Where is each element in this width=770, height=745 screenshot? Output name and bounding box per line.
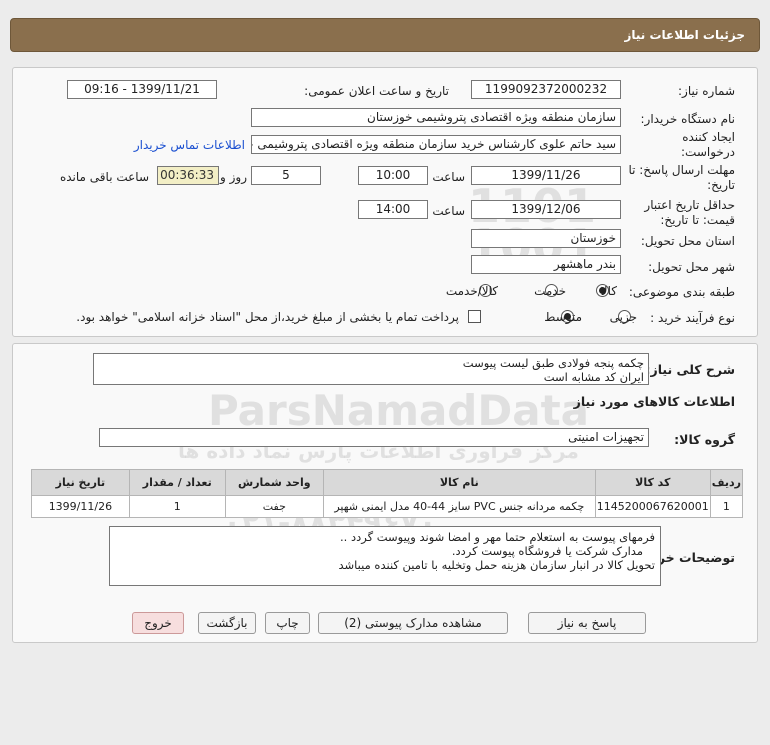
validity-time-field: 14:00: [358, 200, 428, 219]
col-date: تاریخ نیاز: [31, 469, 130, 496]
validity-time-label: ساعت: [432, 204, 465, 218]
goods-table: ردیف کد کالا نام کالا واحد شمارش تعداد /…: [31, 469, 744, 518]
goods-section-title: اطلاعات کالاهای مورد نیاز: [573, 394, 735, 409]
details-panel: 11011001 شماره نیاز: 1199092372000232 تا…: [12, 67, 758, 337]
summary-line-2: ایران کد مشابه است: [543, 370, 644, 384]
cell-code: 1145200067620001: [594, 495, 711, 518]
col-unit: واحد شمارش: [224, 469, 324, 496]
watermark-digits: 11011001: [468, 183, 596, 269]
goods-panel: ParsNamadData مرکز فرآوری اطلاعات پارس ن…: [12, 343, 758, 643]
category-service-label: خدمت: [534, 284, 566, 298]
payment-note: پرداخت تمام یا بخشی از مبلغ خرید،از محل …: [76, 310, 459, 324]
announce-label: تاریخ و ساعت اعلان عمومی:: [304, 84, 449, 98]
col-code: کد کالا: [594, 469, 711, 496]
deadline-time-field: 10:00: [358, 166, 428, 185]
city-label: شهر محل تحویل:: [648, 260, 735, 274]
goods-table-header: ردیف کد کالا نام کالا واحد شمارش تعداد /…: [31, 469, 744, 496]
cell-row: 1: [709, 495, 744, 518]
category-both-label: کالا/خدمت: [445, 284, 498, 298]
days-label: روز و: [220, 170, 247, 184]
creator-label: ایجاد کننده درخواست:: [681, 130, 735, 159]
contact-buyer-link[interactable]: اطلاعات تماس خریدار: [134, 138, 245, 152]
page-title: جزئیات اطلاعات نیاز: [624, 28, 745, 42]
print-button[interactable]: چاپ: [265, 612, 310, 634]
remaining-timer: 00:36:33: [157, 166, 219, 185]
col-name: نام کالا: [322, 469, 596, 496]
summary-line-1: چکمه پنجه فولادی طبق لیست پیوست: [462, 356, 644, 370]
notes-line-3: تحویل کالا در انبار سازمان هزینه حمل وتخ…: [338, 558, 655, 572]
process-partial-label: جزیی: [609, 310, 637, 324]
process-medium-label: متوسط: [544, 310, 582, 324]
deadline-date-field: 1399/11/26: [471, 166, 621, 185]
summary-box: چکمه پنجه فولادی طبق لیست پیوست ایران کد…: [93, 353, 649, 385]
back-button[interactable]: بازگشت: [198, 612, 256, 634]
payment-checkbox[interactable]: [468, 310, 481, 323]
city-field: بندر ماهشهر: [471, 255, 621, 274]
reply-button[interactable]: پاسخ به نیاز: [528, 612, 646, 634]
cell-date: 1399/11/26: [31, 495, 130, 518]
province-label: استان محل تحویل:: [640, 234, 735, 248]
cell-qty: 1: [128, 495, 226, 518]
days-field: 5: [251, 166, 321, 185]
need-number-label: شماره نیاز:: [678, 84, 735, 98]
announce-field: 1399/11/21 - 09:16: [67, 80, 217, 99]
category-label: طبقه بندی موضوعی:: [628, 285, 735, 299]
remaining-label: ساعت باقی مانده: [59, 170, 149, 184]
category-goods-label: کالا: [600, 284, 617, 298]
deadline-time-label: ساعت: [432, 170, 465, 184]
goods-group-field: تجهیزات امنیتی: [99, 428, 649, 447]
goods-group-label: گروه کالا:: [674, 432, 735, 447]
exit-button[interactable]: خروج: [132, 612, 184, 634]
view-documents-button[interactable]: مشاهده مدارک پیوستی (2): [318, 612, 508, 634]
buyer-org-field: سازمان منطقه ویژه اقتصادی پتروشیمی خوزست…: [251, 108, 621, 127]
deadline-label: مهلت ارسال پاسخ: تا تاریخ:: [628, 163, 735, 192]
validity-label: حداقل تاریخ اعتبار قیمت: تا تاریخ:: [644, 198, 735, 227]
page-header: جزئیات اطلاعات نیاز: [10, 18, 760, 52]
validity-date-field: 1399/12/06: [471, 200, 621, 219]
summary-label: شرح کلی نیاز:: [645, 362, 735, 377]
buyer-org-label: نام دستگاه خریدار:: [640, 112, 736, 126]
need-number-field: 1199092372000232: [471, 80, 621, 99]
table-row: 1 1145200067620001 چکمه مردانه جنس PVC س…: [31, 495, 744, 518]
notes-box: فرمهای پیوست به استعلام حتما مهر و امضا …: [109, 526, 661, 586]
cell-name: چکمه مردانه جنس PVC سایز 44-40 مدل ایمنی…: [322, 495, 596, 518]
col-row: ردیف: [709, 469, 744, 496]
notes-line-1: فرمهای پیوست به استعلام حتما مهر و امضا …: [340, 530, 655, 544]
notes-line-2: مدارک شرکت یا فروشگاه پیوست کردد.: [451, 544, 643, 558]
province-field: خوزستان: [471, 229, 621, 248]
cell-unit: جفت: [224, 495, 324, 518]
process-label: نوع فرآیند خرید :: [650, 311, 735, 325]
creator-field: سید حاتم علوی کارشناس خرید سازمان منطقه …: [251, 135, 621, 154]
col-qty: تعداد / مقدار: [128, 469, 226, 496]
